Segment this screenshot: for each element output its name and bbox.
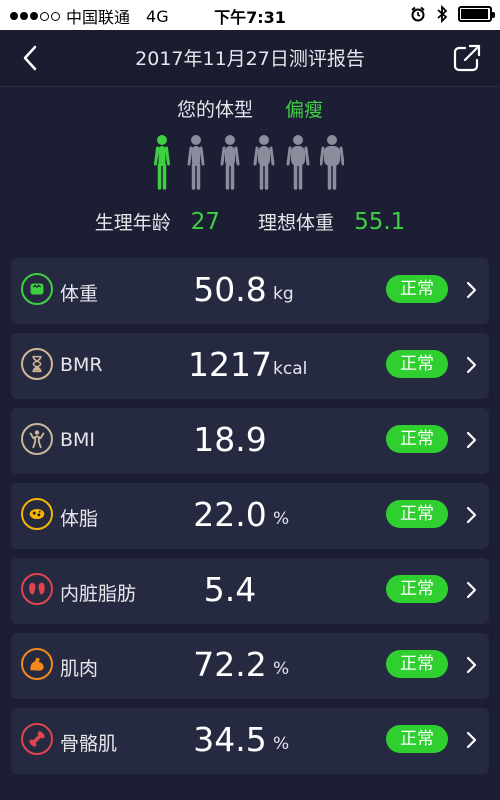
metric-name: 内脏脂肪 [60, 583, 137, 605]
body-figure-icon [220, 135, 240, 190]
metric-value: 72.2 [193, 645, 267, 684]
body-figure-icon [154, 135, 170, 190]
metric-value: 1217 [188, 345, 272, 384]
metric-unit: % [273, 509, 290, 529]
body-figure-icon [187, 135, 205, 190]
body-type-value: 偏瘦 [285, 99, 324, 121]
chevron-right-icon[interactable] [465, 656, 477, 674]
physiological-age: 生理年龄 27 [95, 208, 220, 235]
alarm-icon [411, 6, 425, 22]
metric-row[interactable]: 肌肉 72.2% 正常 [11, 633, 489, 699]
chevron-right-icon[interactable] [465, 431, 477, 449]
status-bar: 中国联通 4G 下午7:31 [0, 0, 500, 30]
share-icon[interactable] [450, 41, 484, 75]
chevron-right-icon[interactable] [465, 356, 477, 374]
metric-row[interactable]: BMR 1217 kcal 正常 [11, 333, 489, 399]
status-badge: 正常 [386, 500, 448, 528]
status-badge: 正常 [386, 725, 448, 753]
metric-unit: kg [273, 284, 294, 304]
navigation-bar: 2017年11月27日测评报告 [0, 30, 500, 87]
metric-name: 体脂 [60, 508, 99, 530]
metric-row[interactable]: BMI 18.9 正常 [11, 408, 489, 474]
ideal-weight-value: 55.1 [354, 209, 406, 235]
status-badge: 正常 [386, 350, 448, 378]
metric-value: 22.0 [193, 495, 267, 534]
chevron-right-icon[interactable] [465, 281, 477, 299]
metric-row[interactable]: 体重 50.8 kg 正常 [11, 258, 489, 324]
age-label: 生理年龄 [94, 212, 171, 234]
metric-unit: % [273, 659, 290, 679]
metric-value: 34.5 [193, 720, 267, 759]
body-figure-icon [286, 135, 310, 190]
metric-name: 体重 [60, 283, 99, 305]
flexed-arm-icon [21, 648, 53, 680]
metric-row[interactable]: 骨骼肌 34.5% 正常 [11, 708, 489, 774]
metric-value: 50.8 [193, 270, 267, 309]
metric-row[interactable]: 内脏脂肪 5.4 正常 [11, 558, 489, 624]
fat-icon [21, 498, 53, 530]
bone-icon [21, 723, 53, 755]
chevron-right-icon[interactable] [465, 581, 477, 599]
metric-name: BMR [60, 354, 103, 376]
body-type-label: 您的体型 [176, 99, 253, 121]
body-type-scale [150, 134, 344, 190]
status-badge: 正常 [386, 275, 448, 303]
metric-name: 肌肉 [60, 658, 99, 680]
body-type-section: 您的体型 偏瘦 生理年龄 27 理想体重 55.1 [0, 86, 500, 256]
age-value: 27 [190, 209, 221, 235]
metric-name: BMI [60, 429, 96, 451]
kidney-icon [21, 573, 53, 605]
chevron-right-icon[interactable] [465, 731, 477, 749]
hourglass-icon [21, 348, 53, 380]
metric-unit: % [273, 734, 290, 754]
status-badge: 正常 [386, 650, 448, 678]
metrics-list: 体重 50.8 kg 正常 BMR 1217 kcal 正常 BMI 18.9 正常 体脂 22.0% 正… [11, 258, 489, 783]
bodybuilder-icon [21, 423, 53, 455]
body-figure-icon [253, 135, 275, 190]
scale-icon [21, 273, 53, 305]
bluetooth-icon [437, 5, 448, 23]
metric-unit: kcal [273, 359, 308, 379]
status-badge: 正常 [386, 425, 448, 453]
metric-name: 骨骼肌 [60, 733, 118, 755]
page-title: 2017年11月27日测评报告 [135, 48, 365, 70]
ideal-weight-label: 理想体重 [258, 212, 335, 234]
app-screen: 中国联通 4G 下午7:31 2017年11月27日测评报告 您的体型 偏瘦 生… [0, 0, 500, 800]
status-badge: 正常 [386, 575, 448, 603]
ideal-weight: 理想体重 55.1 [258, 208, 405, 235]
metric-value: 18.9 [193, 420, 267, 459]
chevron-right-icon[interactable] [465, 506, 477, 524]
metric-value: 5.4 [203, 570, 257, 609]
battery-icon [458, 6, 495, 22]
body-figure-icon [320, 135, 344, 190]
metric-row[interactable]: 体脂 22.0% 正常 [11, 483, 489, 549]
